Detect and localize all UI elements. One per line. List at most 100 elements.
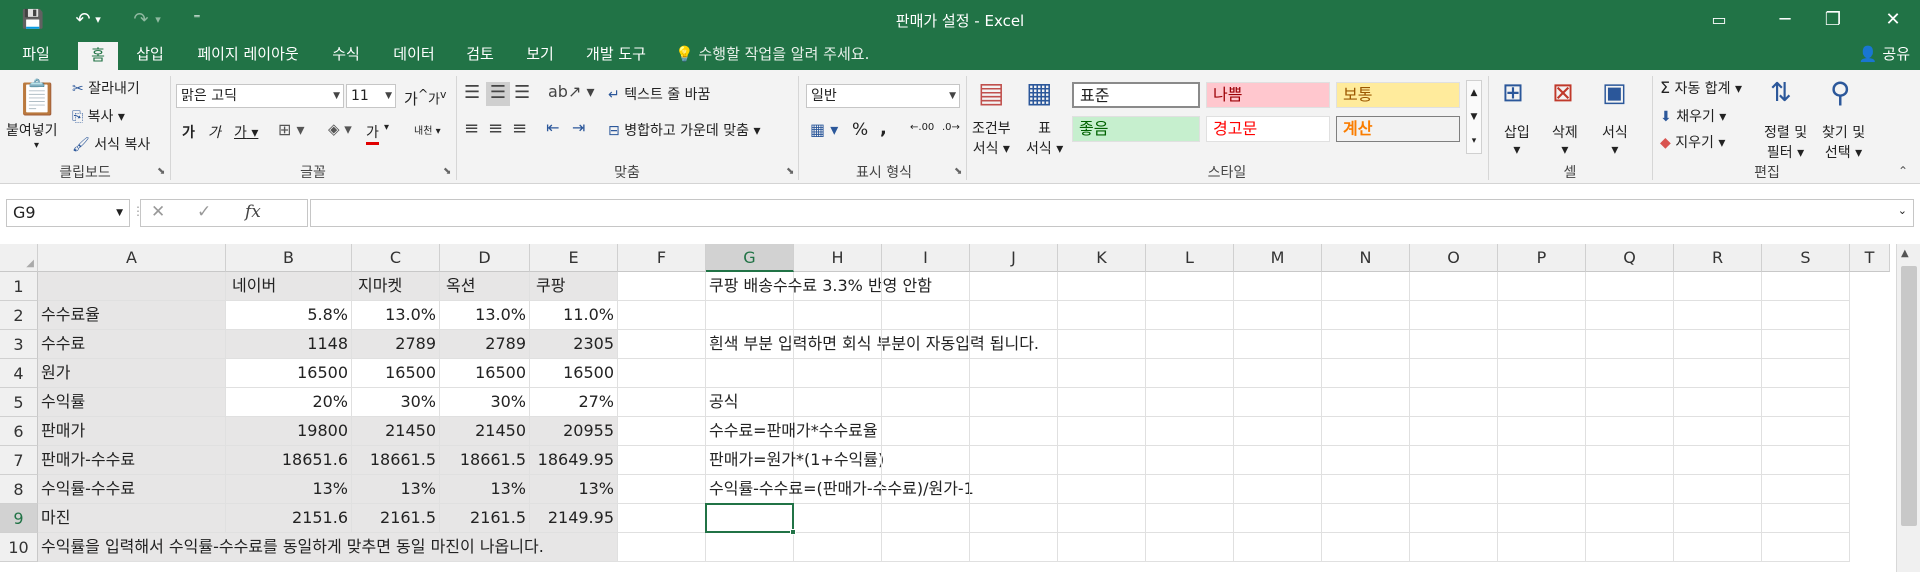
cell-n7[interactable] xyxy=(1322,446,1410,475)
cell-s8[interactable] xyxy=(1762,475,1850,504)
style-calculation[interactable]: 계산 xyxy=(1336,116,1460,142)
cell-m9[interactable] xyxy=(1234,504,1322,533)
increase-indent-icon[interactable]: ⇥ xyxy=(572,118,585,137)
cell-o1[interactable] xyxy=(1410,272,1498,301)
style-normal[interactable]: 표준 xyxy=(1072,82,1200,108)
copy-button[interactable]: ⎘ 복사 ▾ xyxy=(72,106,125,126)
cell-o5[interactable] xyxy=(1410,388,1498,417)
cell-r2[interactable] xyxy=(1674,301,1762,330)
cell-s3[interactable] xyxy=(1762,330,1850,359)
row-header-3[interactable]: 3 xyxy=(0,330,38,359)
conditional-format-button[interactable]: 조건부 서식 ▾ xyxy=(972,118,1011,158)
cell-b3[interactable]: 1148 xyxy=(226,330,352,359)
cell-q4[interactable] xyxy=(1586,359,1674,388)
cell-o6[interactable] xyxy=(1410,417,1498,446)
cell-a1[interactable] xyxy=(38,272,226,301)
cell-e5[interactable]: 27% xyxy=(530,388,618,417)
align-top-icon[interactable]: ☰ xyxy=(464,82,480,103)
tab-developer[interactable]: 개발 도구 xyxy=(576,38,656,70)
cell-p6[interactable] xyxy=(1498,417,1586,446)
cell-a4[interactable]: 원가 xyxy=(38,359,226,388)
cell-d9[interactable]: 2161.5 xyxy=(440,504,530,533)
minimize-icon[interactable]: ─ xyxy=(1762,0,1808,38)
cell-m5[interactable] xyxy=(1234,388,1322,417)
cell-j6[interactable] xyxy=(970,417,1058,446)
insert-cells-icon[interactable]: ⊞ xyxy=(1502,78,1524,108)
cell-q3[interactable] xyxy=(1586,330,1674,359)
cell-c8[interactable]: 13% xyxy=(352,475,440,504)
cell-i5[interactable] xyxy=(882,388,970,417)
cell-p7[interactable] xyxy=(1498,446,1586,475)
delete-cells-icon[interactable]: ⊠ xyxy=(1552,78,1574,108)
clear-button[interactable]: ◆ 지우기 ▾ xyxy=(1660,132,1725,152)
paste-button[interactable]: 붙여넣기 xyxy=(6,120,58,140)
cell-f8[interactable] xyxy=(618,475,706,504)
cell-f1[interactable] xyxy=(618,272,706,301)
restore-icon[interactable]: ❐ xyxy=(1810,0,1856,38)
cancel-icon[interactable]: ✕ xyxy=(151,202,165,222)
align-left-icon[interactable]: ≡ xyxy=(464,118,479,139)
cell-a9[interactable]: 마진 xyxy=(38,504,226,533)
scroll-up-icon[interactable]: ▲ xyxy=(1901,248,1909,259)
cell-k3[interactable] xyxy=(1058,330,1146,359)
alignment-launcher-icon[interactable]: ⬊ xyxy=(786,166,794,177)
cell-j10[interactable] xyxy=(970,533,1058,562)
tab-review[interactable]: 검토 xyxy=(456,38,504,70)
cell-k5[interactable] xyxy=(1058,388,1146,417)
cell-p1[interactable] xyxy=(1498,272,1586,301)
cell-b1[interactable]: 네이버 xyxy=(226,272,352,301)
column-header-h[interactable]: H xyxy=(794,244,882,272)
tab-file[interactable]: 파일 xyxy=(8,38,64,70)
format-cells-button[interactable]: 서식 ▾ xyxy=(1602,122,1628,158)
row-header-2[interactable]: 2 xyxy=(0,301,38,330)
fill-button[interactable]: ⬇ 채우기 ▾ xyxy=(1660,106,1726,126)
row-header-5[interactable]: 5 xyxy=(0,388,38,417)
row-header-8[interactable]: 8 xyxy=(0,475,38,504)
cell-h9[interactable] xyxy=(794,504,882,533)
tell-me-box[interactable]: 💡 수행할 작업을 알려 주세요. xyxy=(675,38,869,70)
cell-d5[interactable]: 30% xyxy=(440,388,530,417)
cell-q6[interactable] xyxy=(1586,417,1674,446)
cell-s2[interactable] xyxy=(1762,301,1850,330)
cell-a3[interactable]: 수수료 xyxy=(38,330,226,359)
italic-button[interactable]: 가 xyxy=(208,122,221,142)
cell-i1[interactable] xyxy=(882,272,970,301)
column-header-k[interactable]: K xyxy=(1058,244,1146,272)
borders-icon[interactable]: ⊞ ▾ xyxy=(278,120,305,139)
font-color-dropdown-icon[interactable]: ▾ xyxy=(384,122,389,133)
style-explanatory[interactable]: 경고문 xyxy=(1206,116,1330,142)
cell-h6[interactable] xyxy=(794,417,882,446)
cell-l4[interactable] xyxy=(1146,359,1234,388)
cell-r7[interactable] xyxy=(1674,446,1762,475)
cell-s5[interactable] xyxy=(1762,388,1850,417)
cell-b2[interactable]: 5.8% xyxy=(226,301,352,330)
cell-d4[interactable]: 16500 xyxy=(440,359,530,388)
column-header-e[interactable]: E xyxy=(530,244,618,272)
align-center-icon[interactable]: ≡ xyxy=(488,118,503,139)
align-bottom-icon[interactable]: ☰ xyxy=(514,82,530,103)
format-as-table-button[interactable]: 표 서식 ▾ xyxy=(1026,118,1063,158)
accounting-format-icon[interactable]: ▦ ▾ xyxy=(810,120,838,139)
customize-qat-icon[interactable]: ⁼ xyxy=(180,0,214,38)
cell-m6[interactable] xyxy=(1234,417,1322,446)
percent-style-button[interactable]: % xyxy=(852,120,868,140)
select-all-corner[interactable]: ◢ xyxy=(0,244,38,272)
cell-l9[interactable] xyxy=(1146,504,1234,533)
grow-font-button[interactable]: 가^ xyxy=(404,86,428,109)
cell-b8[interactable]: 13% xyxy=(226,475,352,504)
cell-o3[interactable] xyxy=(1410,330,1498,359)
cell-e4[interactable]: 16500 xyxy=(530,359,618,388)
cell-c5[interactable]: 30% xyxy=(352,388,440,417)
cell-n10[interactable] xyxy=(1322,533,1410,562)
cell-d7[interactable]: 18661.5 xyxy=(440,446,530,475)
clipboard-launcher-icon[interactable]: ⬊ xyxy=(157,166,165,177)
styles-gallery-scroll[interactable]: ▲ ▼ ▾ xyxy=(1466,80,1482,154)
column-header-l[interactable]: L xyxy=(1146,244,1234,272)
insert-function-icon[interactable]: fx xyxy=(245,202,261,222)
cell-f10[interactable] xyxy=(618,533,706,562)
cell-e3[interactable]: 2305 xyxy=(530,330,618,359)
column-header-f[interactable]: F xyxy=(618,244,706,272)
cell-r5[interactable] xyxy=(1674,388,1762,417)
shrink-font-button[interactable]: 가v xyxy=(428,88,446,107)
cell-q9[interactable] xyxy=(1586,504,1674,533)
